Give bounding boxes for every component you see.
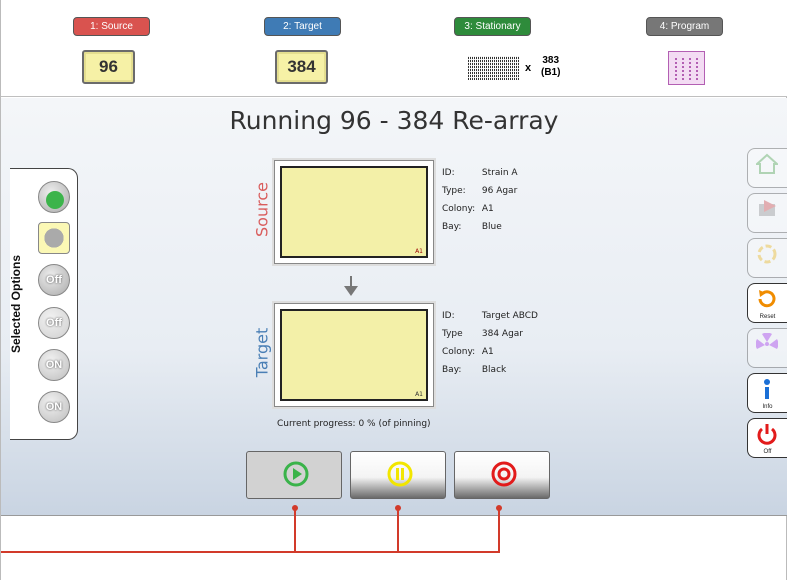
- info-label: Info: [762, 404, 773, 410]
- target-colony-value: A1: [481, 347, 494, 357]
- pin-on-option-icon[interactable]: ON: [38, 349, 70, 381]
- back-button[interactable]: [747, 193, 787, 233]
- target-bay-key: Bay:: [442, 365, 462, 375]
- callout-line-stop: [498, 508, 500, 552]
- target-bay-value: Black: [481, 365, 507, 375]
- off-text: Off: [46, 317, 62, 329]
- step-target-tab[interactable]: 2: Target: [264, 17, 341, 36]
- home-button[interactable]: [747, 148, 787, 188]
- target-id-value: Target ABCD: [481, 311, 538, 321]
- power-off-label: Off: [763, 449, 772, 455]
- stationary-multiplier: x: [525, 62, 532, 74]
- target-plate-well-area: A1: [280, 309, 428, 401]
- pin-on-text-2: ON: [45, 401, 63, 413]
- workflow-header: 1: Source 2: Target 3: Stationary 4: Pro…: [1, 0, 787, 97]
- pause-icon: [387, 461, 413, 487]
- stationary-barcode-icon: [468, 56, 520, 80]
- info-icon: [764, 379, 770, 399]
- info-button[interactable]: Info: [747, 373, 787, 413]
- stationary-count: 383 (B1): [541, 55, 560, 79]
- target-type-value: 384 Agar: [481, 329, 523, 339]
- callout-line-horizontal: [1, 551, 500, 553]
- back-icon: [759, 200, 776, 216]
- step-program-tab[interactable]: 4: Program: [646, 17, 723, 36]
- pin-on-option-icon-2[interactable]: ON: [38, 391, 70, 423]
- progress-suffix: % (of pinning): [367, 419, 431, 429]
- recycle-option-icon[interactable]: [38, 181, 70, 213]
- source-plate-well-area: A1: [280, 166, 428, 258]
- pause-button[interactable]: [350, 451, 446, 499]
- hazard-button[interactable]: [747, 328, 787, 368]
- source-bay-key: Bay:: [442, 222, 462, 232]
- selected-options-panel: Selected Options Off Off ON ON: [9, 168, 78, 440]
- off-option-icon[interactable]: Off: [38, 307, 70, 339]
- wash-off-option-icon[interactable]: Off: [38, 264, 70, 296]
- power-off-button[interactable]: Off: [747, 418, 787, 458]
- play-button[interactable]: [246, 451, 342, 499]
- stop-button[interactable]: [454, 451, 550, 499]
- source-bay-value: Blue: [481, 222, 502, 232]
- stationary-bay-value: (B1): [541, 67, 561, 78]
- selected-options-label: Selected Options: [9, 254, 23, 354]
- source-type-key: Type:: [442, 186, 466, 196]
- progress-status: Current progress: 0 % (of pinning): [277, 419, 431, 429]
- source-plate: A1: [274, 160, 434, 264]
- reset-icon: [758, 290, 776, 308]
- reset-option-icon[interactable]: [38, 222, 70, 254]
- wash-off-text: Off: [46, 274, 62, 286]
- progress-value: 0: [358, 419, 365, 429]
- settings-button[interactable]: [747, 238, 787, 278]
- step-stationary-tab[interactable]: 3: Stationary: [454, 17, 531, 36]
- target-plate-chip[interactable]: 384: [275, 50, 328, 84]
- callout-line-play: [294, 508, 296, 552]
- source-id-value: Strain A: [481, 168, 518, 178]
- source-side-label: Source: [252, 182, 272, 237]
- play-icon: [283, 461, 309, 487]
- target-plate: A1: [274, 303, 434, 407]
- progress-prefix: Current progress:: [277, 419, 356, 429]
- source-colony-value: A1: [481, 204, 494, 214]
- target-id-key: ID:: [442, 311, 455, 321]
- hazard-icon: [756, 333, 778, 349]
- target-colony-key: Colony:: [442, 347, 476, 357]
- stationary-count-value: 383: [542, 55, 560, 66]
- home-icon: [756, 153, 778, 174]
- source-id-key: ID:: [442, 168, 455, 178]
- program-grid-icon[interactable]: [668, 51, 705, 85]
- source-plate-chip[interactable]: 96: [82, 50, 135, 84]
- target-info: ID: Target ABCD Type 384 Agar Colony: A1…: [442, 307, 538, 379]
- source-colony-key: Colony:: [442, 204, 476, 214]
- target-plate-marker: A1: [415, 391, 423, 398]
- run-panel: Running 96 - 384 Re-array Selected Optio…: [1, 98, 787, 516]
- callout-line-pause: [397, 508, 399, 552]
- target-type-key: Type: [442, 329, 463, 339]
- power-icon: [757, 424, 777, 445]
- reset-label: Reset: [759, 314, 776, 320]
- source-plate-marker: A1: [415, 248, 423, 255]
- app-window: 1: Source 2: Target 3: Stationary 4: Pro…: [0, 0, 787, 580]
- source-info: ID: Strain A Type: 96 Agar Colony: A1 Ba…: [442, 164, 518, 236]
- pin-on-text: ON: [45, 359, 63, 371]
- reset-button[interactable]: Reset: [747, 283, 787, 323]
- stop-icon: [491, 461, 517, 487]
- page-title: Running 96 - 384 Re-array: [229, 106, 559, 135]
- source-type-value: 96 Agar: [481, 186, 518, 196]
- settings-icon: [757, 244, 777, 264]
- target-side-label: Target: [252, 327, 272, 378]
- step-source-tab[interactable]: 1: Source: [73, 17, 150, 36]
- transfer-arrow-icon: [344, 276, 358, 296]
